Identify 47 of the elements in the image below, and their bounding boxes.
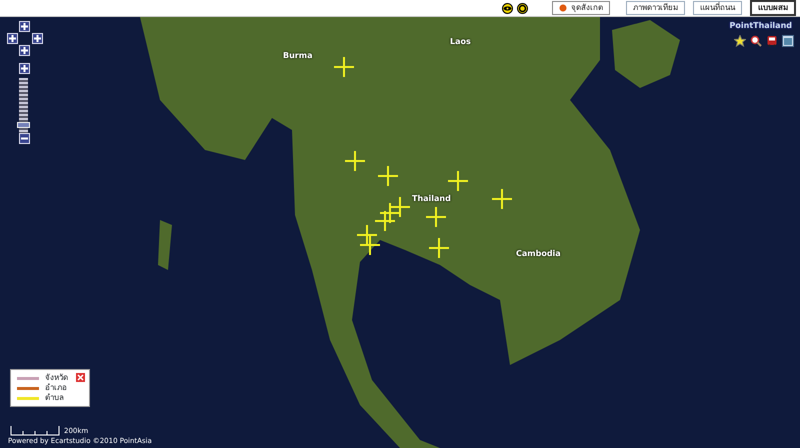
- zoom-in-button[interactable]: [19, 63, 30, 74]
- marker-icon[interactable]: [492, 189, 512, 209]
- map-label: Burma: [283, 50, 312, 62]
- plus-icon: [34, 35, 41, 42]
- marker-icon[interactable]: [378, 166, 398, 186]
- map-label: Thailand: [412, 193, 451, 205]
- minus-icon: [21, 135, 28, 142]
- slider-thumb[interactable]: [17, 122, 30, 128]
- dot-icon: [559, 4, 567, 12]
- plus-icon: [21, 23, 28, 30]
- marker-icon[interactable]: [345, 151, 365, 171]
- marker-icon[interactable]: [360, 235, 380, 255]
- search-icon[interactable]: [750, 35, 762, 47]
- bus-icon[interactable]: [766, 35, 778, 47]
- legend-label: จังหวัด: [45, 372, 68, 384]
- marker-icon[interactable]: [334, 57, 354, 77]
- marker-icon[interactable]: [357, 225, 377, 245]
- map-type-tab[interactable]: แผนที่ถนน: [693, 1, 742, 15]
- map-type-tab[interactable]: แบบผสม: [750, 0, 796, 16]
- target-icon[interactable]: [517, 2, 528, 14]
- scale-bar-icon: [10, 426, 60, 436]
- map-type-tab[interactable]: ภาพดาวเทียม: [626, 1, 685, 15]
- pan-up-button[interactable]: [19, 21, 30, 32]
- legend-label: อำเภอ: [45, 382, 67, 394]
- pan-right-button[interactable]: [32, 33, 43, 44]
- plus-icon: [9, 35, 16, 42]
- marker-icon[interactable]: [426, 207, 446, 227]
- plus-icon: [21, 65, 28, 72]
- plus-icon: [21, 47, 28, 54]
- pan-down-button[interactable]: [19, 45, 30, 56]
- star-icon[interactable]: [734, 35, 746, 47]
- map-label: Laos: [450, 36, 471, 48]
- pan-left-button[interactable]: [7, 33, 18, 44]
- marker-icon[interactable]: [390, 197, 410, 217]
- poi-button[interactable]: จุดสังเกต: [552, 1, 610, 15]
- map-label: Cambodia: [516, 248, 561, 260]
- close-icon[interactable]: [76, 373, 85, 382]
- marker-icon[interactable]: [375, 211, 395, 231]
- window-icon[interactable]: [782, 35, 794, 47]
- zoom-slider[interactable]: [19, 78, 28, 133]
- marker-icon[interactable]: [380, 203, 400, 223]
- zoom-out-button[interactable]: [19, 133, 30, 144]
- logo: PointThailand: [730, 20, 792, 32]
- marker-icon[interactable]: [448, 171, 468, 191]
- eye-icon[interactable]: [502, 2, 513, 14]
- legend-label: ตำบล: [45, 392, 64, 404]
- marker-icon[interactable]: [429, 238, 449, 258]
